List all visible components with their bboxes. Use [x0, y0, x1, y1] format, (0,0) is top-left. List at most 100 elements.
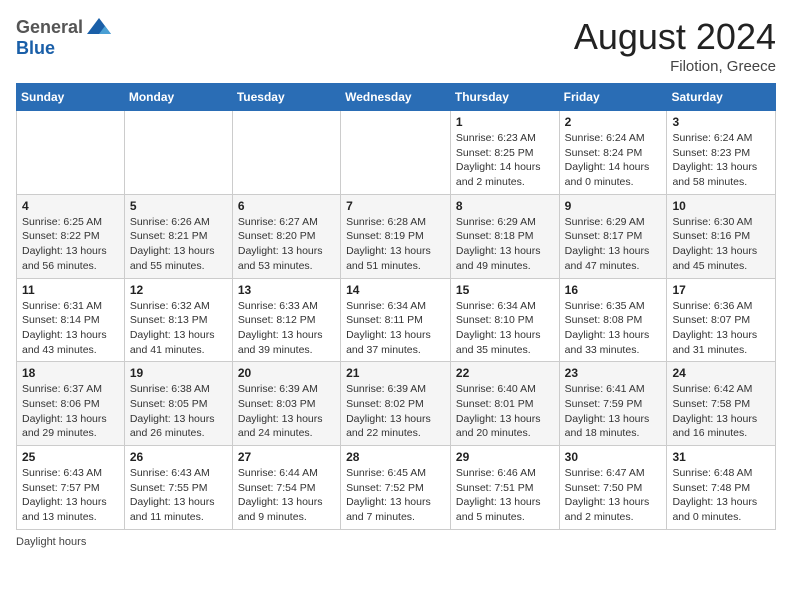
- day-info: Sunrise: 6:36 AM Sunset: 8:07 PM Dayligh…: [672, 299, 770, 358]
- column-header-thursday: Thursday: [450, 84, 559, 111]
- day-cell-15: 15 Sunrise: 6:34 AM Sunset: 8:10 PM Dayli…: [450, 278, 559, 362]
- day-number: 31: [672, 450, 770, 464]
- day-cell-empty-2: [232, 111, 340, 195]
- day-info: Sunrise: 6:34 AM Sunset: 8:10 PM Dayligh…: [456, 299, 554, 358]
- column-header-monday: Monday: [124, 84, 232, 111]
- day-cell-25: 25 Sunrise: 6:43 AM Sunset: 7:57 PM Dayli…: [17, 446, 125, 530]
- day-cell-17: 17 Sunrise: 6:36 AM Sunset: 8:07 PM Dayli…: [667, 278, 776, 362]
- day-cell-1: 1Sunrise: 6:23 AM Sunset: 8:25 PM Daylig…: [450, 111, 559, 195]
- day-number: 6: [238, 199, 335, 213]
- day-number: 23: [565, 366, 662, 380]
- day-info: Sunrise: 6:39 AM Sunset: 8:02 PM Dayligh…: [346, 382, 445, 441]
- week-row-4: 18 Sunrise: 6:37 AM Sunset: 8:06 PM Dayli…: [17, 362, 776, 446]
- day-info: Sunrise: 6:37 AM Sunset: 8:06 PM Dayligh…: [22, 382, 119, 441]
- day-number: 10: [672, 199, 770, 213]
- day-number: 28: [346, 450, 445, 464]
- day-info: Sunrise: 6:26 AM Sunset: 8:21 PM Dayligh…: [130, 215, 227, 274]
- day-info: Sunrise: 6:41 AM Sunset: 7:59 PM Dayligh…: [565, 382, 662, 441]
- day-cell-9: 9Sunrise: 6:29 AM Sunset: 8:17 PM Daylig…: [559, 194, 667, 278]
- day-number: 25: [22, 450, 119, 464]
- column-header-wednesday: Wednesday: [341, 84, 451, 111]
- column-header-saturday: Saturday: [667, 84, 776, 111]
- day-info: Sunrise: 6:39 AM Sunset: 8:03 PM Dayligh…: [238, 382, 335, 441]
- day-cell-5: 5 Sunrise: 6:26 AM Sunset: 8:21 PM Daylig…: [124, 194, 232, 278]
- day-info: Sunrise: 6:32 AM Sunset: 8:13 PM Dayligh…: [130, 299, 227, 358]
- day-cell-6: 6 Sunrise: 6:27 AM Sunset: 8:20 PM Daylig…: [232, 194, 340, 278]
- day-number: 21: [346, 366, 445, 380]
- day-cell-30: 30 Sunrise: 6:47 AM Sunset: 7:50 PM Dayli…: [559, 446, 667, 530]
- day-cell-8: 8Sunrise: 6:29 AM Sunset: 8:18 PM Daylig…: [450, 194, 559, 278]
- day-number: 5: [130, 199, 227, 213]
- day-cell-10: 10Sunrise: 6:30 AM Sunset: 8:16 PM Dayli…: [667, 194, 776, 278]
- logo-general-text: General: [16, 17, 83, 38]
- week-row-1: 1Sunrise: 6:23 AM Sunset: 8:25 PM Daylig…: [17, 111, 776, 195]
- day-cell-empty-1: [124, 111, 232, 195]
- title-area: August 2024 Filotion, Greece: [574, 16, 776, 75]
- day-cell-13: 13 Sunrise: 6:33 AM Sunset: 8:12 PM Dayli…: [232, 278, 340, 362]
- day-cell-16: 16Sunrise: 6:35 AM Sunset: 8:08 PM Dayli…: [559, 278, 667, 362]
- day-info: Sunrise: 6:23 AM Sunset: 8:25 PM Dayligh…: [456, 131, 554, 190]
- day-cell-3: 3 Sunrise: 6:24 AM Sunset: 8:23 PM Daylig…: [667, 111, 776, 195]
- day-cell-24: 24 Sunrise: 6:42 AM Sunset: 7:58 PM Dayli…: [667, 362, 776, 446]
- day-number: 3: [672, 115, 770, 129]
- day-cell-12: 12 Sunrise: 6:32 AM Sunset: 8:13 PM Dayli…: [124, 278, 232, 362]
- day-number: 15: [456, 283, 554, 297]
- day-number: 30: [565, 450, 662, 464]
- day-info: Sunrise: 6:43 AM Sunset: 7:57 PM Dayligh…: [22, 466, 119, 525]
- location: Filotion, Greece: [574, 58, 776, 75]
- logo: General Blue: [16, 16, 115, 59]
- week-row-3: 11Sunrise: 6:31 AM Sunset: 8:14 PM Dayli…: [17, 278, 776, 362]
- day-info: Sunrise: 6:47 AM Sunset: 7:50 PM Dayligh…: [565, 466, 662, 525]
- day-cell-21: 21 Sunrise: 6:39 AM Sunset: 8:02 PM Dayli…: [341, 362, 451, 446]
- day-number: 27: [238, 450, 335, 464]
- column-header-friday: Friday: [559, 84, 667, 111]
- day-info: Sunrise: 6:48 AM Sunset: 7:48 PM Dayligh…: [672, 466, 770, 525]
- day-number: 7: [346, 199, 445, 213]
- day-number: 26: [130, 450, 227, 464]
- day-number: 29: [456, 450, 554, 464]
- day-cell-19: 19Sunrise: 6:38 AM Sunset: 8:05 PM Dayli…: [124, 362, 232, 446]
- day-number: 8: [456, 199, 554, 213]
- calendar-table: SundayMondayTuesdayWednesdayThursdayFrid…: [16, 83, 776, 530]
- week-row-5: 25 Sunrise: 6:43 AM Sunset: 7:57 PM Dayli…: [17, 446, 776, 530]
- day-number: 12: [130, 283, 227, 297]
- day-number: 20: [238, 366, 335, 380]
- day-info: Sunrise: 6:28 AM Sunset: 8:19 PM Dayligh…: [346, 215, 445, 274]
- daylight-label: Daylight hours: [16, 536, 86, 548]
- day-cell-27: 27 Sunrise: 6:44 AM Sunset: 7:54 PM Dayli…: [232, 446, 340, 530]
- day-info: Sunrise: 6:40 AM Sunset: 8:01 PM Dayligh…: [456, 382, 554, 441]
- day-info: Sunrise: 6:43 AM Sunset: 7:55 PM Dayligh…: [130, 466, 227, 525]
- day-info: Sunrise: 6:24 AM Sunset: 8:23 PM Dayligh…: [672, 131, 770, 190]
- day-cell-22: 22 Sunrise: 6:40 AM Sunset: 8:01 PM Dayli…: [450, 362, 559, 446]
- day-cell-11: 11Sunrise: 6:31 AM Sunset: 8:14 PM Dayli…: [17, 278, 125, 362]
- day-number: 14: [346, 283, 445, 297]
- day-cell-23: 23 Sunrise: 6:41 AM Sunset: 7:59 PM Dayli…: [559, 362, 667, 446]
- day-info: Sunrise: 6:42 AM Sunset: 7:58 PM Dayligh…: [672, 382, 770, 441]
- day-info: Sunrise: 6:34 AM Sunset: 8:11 PM Dayligh…: [346, 299, 445, 358]
- day-number: 16: [565, 283, 662, 297]
- day-info: Sunrise: 6:24 AM Sunset: 8:24 PM Dayligh…: [565, 131, 662, 190]
- day-number: 11: [22, 283, 119, 297]
- day-cell-7: 7 Sunrise: 6:28 AM Sunset: 8:19 PM Daylig…: [341, 194, 451, 278]
- day-cell-29: 29Sunrise: 6:46 AM Sunset: 7:51 PM Dayli…: [450, 446, 559, 530]
- day-number: 24: [672, 366, 770, 380]
- day-cell-2: 2Sunrise: 6:24 AM Sunset: 8:24 PM Daylig…: [559, 111, 667, 195]
- logo-icon: [85, 16, 113, 38]
- day-info: Sunrise: 6:27 AM Sunset: 8:20 PM Dayligh…: [238, 215, 335, 274]
- header: General Blue August 2024 Filotion, Greec…: [16, 16, 776, 75]
- day-info: Sunrise: 6:25 AM Sunset: 8:22 PM Dayligh…: [22, 215, 119, 274]
- day-number: 13: [238, 283, 335, 297]
- footer: Daylight hours: [16, 536, 776, 548]
- day-cell-empty-0: [17, 111, 125, 195]
- day-number: 19: [130, 366, 227, 380]
- day-number: 18: [22, 366, 119, 380]
- week-row-2: 4Sunrise: 6:25 AM Sunset: 8:22 PM Daylig…: [17, 194, 776, 278]
- day-number: 17: [672, 283, 770, 297]
- day-info: Sunrise: 6:44 AM Sunset: 7:54 PM Dayligh…: [238, 466, 335, 525]
- day-info: Sunrise: 6:33 AM Sunset: 8:12 PM Dayligh…: [238, 299, 335, 358]
- day-cell-20: 20 Sunrise: 6:39 AM Sunset: 8:03 PM Dayli…: [232, 362, 340, 446]
- day-number: 22: [456, 366, 554, 380]
- month-title: August 2024: [574, 16, 776, 58]
- day-cell-18: 18 Sunrise: 6:37 AM Sunset: 8:06 PM Dayli…: [17, 362, 125, 446]
- day-cell-14: 14 Sunrise: 6:34 AM Sunset: 8:11 PM Dayli…: [341, 278, 451, 362]
